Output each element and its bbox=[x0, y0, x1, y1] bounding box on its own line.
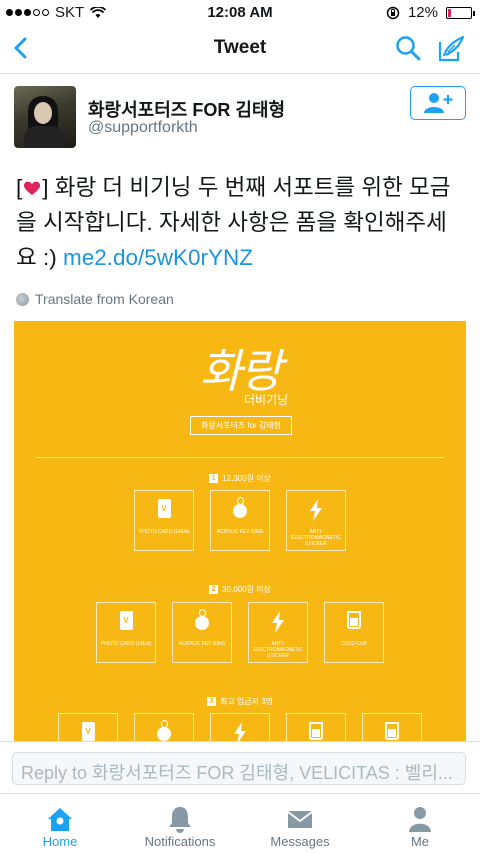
media-logo-main: 화랑 bbox=[199, 344, 283, 398]
tier-2-item-key-ring: ACRYLIC KEY RING bbox=[172, 602, 232, 663]
battery-group: 12% bbox=[386, 4, 475, 21]
tab-bar: Home Notifications Messages Me bbox=[0, 793, 480, 853]
tier-3-item-photo-card: V bbox=[58, 713, 118, 741]
tier-2-item-photo-card: V PHOTO CARD (14EA) bbox=[96, 602, 156, 663]
tier-1-item-key-ring: ACRYLIC KEY RING bbox=[210, 490, 270, 551]
key-ring-icon bbox=[195, 609, 209, 630]
translate-label: Translate from Korean bbox=[35, 291, 174, 307]
envelope-icon bbox=[287, 811, 313, 828]
translate-link[interactable]: Translate from Korean bbox=[16, 291, 174, 307]
item-label: ANTI-ELECTROMAGNETIC STICKER bbox=[290, 529, 341, 547]
add-user-icon bbox=[424, 93, 453, 113]
globe-icon bbox=[16, 292, 29, 306]
cup-icon bbox=[347, 611, 361, 629]
home-icon bbox=[48, 808, 72, 831]
sticker-icon bbox=[272, 611, 284, 633]
tier-3-item-key-ring bbox=[134, 713, 194, 741]
cup-icon bbox=[309, 722, 323, 740]
tab-home[interactable]: Home bbox=[0, 794, 120, 853]
media-divider bbox=[36, 457, 444, 458]
tweet-text: [] 화랑 더 비기닝 두 번째 서포트를 위한 모금을 시작합니다. 자세한 … bbox=[16, 170, 466, 275]
tier-3-amount: 최고 입금자 3명 bbox=[219, 697, 274, 706]
key-ring-icon bbox=[157, 720, 171, 741]
item-label: ACRYLIC KEY RING bbox=[216, 529, 264, 535]
tier-3-label: 3 최고 입금자 3명 bbox=[14, 696, 466, 707]
media-logo-sub: 더비기닝 bbox=[244, 393, 289, 407]
tier-2-number: 2 bbox=[209, 585, 219, 594]
tier-3-number: 3 bbox=[206, 697, 216, 706]
author-handle[interactable]: @supportforkth bbox=[88, 119, 198, 137]
tier-3-item-extra bbox=[362, 713, 422, 741]
item-label: ACRYLIC KEY RING bbox=[178, 641, 226, 647]
tab-me-label: Me bbox=[410, 834, 430, 849]
tier-3-item-sticker bbox=[210, 713, 270, 741]
item-label: ANTI-ELECTROMAGNETIC STICKER bbox=[252, 641, 303, 659]
tier-2-amount: 30,000원 이상 bbox=[222, 585, 271, 594]
tier-2-item-sticker: ANTI-ELECTROMAGNETIC STICKER bbox=[248, 602, 308, 663]
person-icon bbox=[409, 807, 431, 832]
reply-bar: Reply to 화랑서포터즈 FOR 김태형, VELICITAS : 벨리.… bbox=[0, 741, 480, 793]
tab-notifications[interactable]: Notifications bbox=[120, 794, 240, 853]
bell-icon bbox=[169, 807, 191, 833]
tier-1-item-photo-card: V PHOTO CARD (14EA) bbox=[134, 490, 194, 551]
tweet-link[interactable]: me2.do/5wK0rYNZ bbox=[63, 245, 253, 270]
tier-1-number: 1 bbox=[209, 474, 219, 483]
item-label: PHOTO CARD (14EA) bbox=[138, 529, 190, 535]
tier-2-label: 2 30,000원 이상 bbox=[14, 584, 466, 595]
photo-card-icon: V bbox=[81, 722, 95, 741]
sticker-icon bbox=[234, 722, 246, 741]
navigation-bar: Tweet bbox=[0, 24, 480, 74]
tweet-media-image[interactable]: 화랑 더비기닝 화랑서포터즈 for 김태형 1 12,300원 이상 V PH… bbox=[14, 321, 466, 741]
reply-input[interactable]: Reply to 화랑서포터즈 FOR 김태형, VELICITAS : 벨리.… bbox=[12, 752, 466, 785]
tier-3-item-cup bbox=[286, 713, 346, 741]
avatar[interactable] bbox=[14, 86, 76, 148]
tab-messages[interactable]: Messages bbox=[240, 794, 360, 853]
search-icon[interactable] bbox=[394, 34, 422, 62]
tier-1-label: 1 12,300원 이상 bbox=[14, 473, 466, 484]
photo-card-icon: V bbox=[157, 499, 171, 518]
tab-messages-label: Messages bbox=[270, 834, 330, 849]
media-tag: 화랑서포터즈 for 김태형 bbox=[190, 416, 292, 435]
item-label: PHOTO CARD (14EA) bbox=[100, 641, 152, 647]
sticker-icon bbox=[310, 499, 322, 521]
battery-icon bbox=[446, 6, 475, 19]
heart-emoji-icon bbox=[22, 179, 43, 197]
tier-1-amount: 12,300원 이상 bbox=[222, 474, 271, 483]
tab-notifications-label: Notifications bbox=[144, 834, 216, 849]
rotation-lock-icon bbox=[386, 6, 400, 19]
gift-icon bbox=[385, 722, 399, 740]
tab-home-label: Home bbox=[42, 834, 78, 849]
item-label: COLD CUP bbox=[341, 641, 367, 647]
tier-2-item-cold-cup: COLD CUP bbox=[324, 602, 384, 663]
status-bar: SKT 12:08 AM 12% bbox=[0, 0, 480, 24]
photo-card-icon: V bbox=[119, 611, 133, 630]
compose-tweet-icon[interactable] bbox=[436, 34, 466, 64]
tier-1-item-sticker: ANTI-ELECTROMAGNETIC STICKER bbox=[286, 490, 346, 551]
follow-button[interactable] bbox=[410, 86, 466, 120]
key-ring-icon bbox=[233, 497, 247, 518]
battery-percent: 12% bbox=[407, 4, 438, 21]
tab-me[interactable]: Me bbox=[360, 794, 480, 853]
